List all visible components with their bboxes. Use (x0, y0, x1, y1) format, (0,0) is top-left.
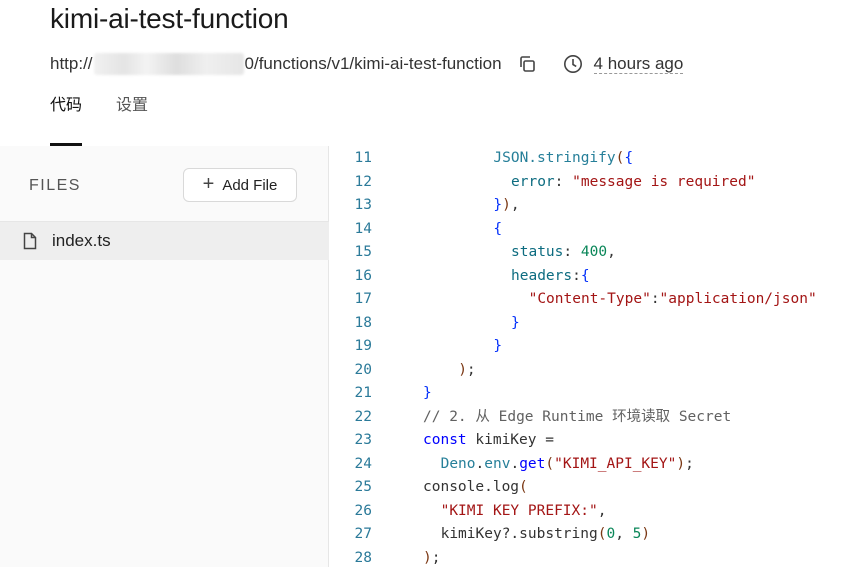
url-prefix: http:// (50, 54, 93, 73)
line-number: 14 (354, 220, 372, 237)
code-line: 17 "Content-Type":"application/json" (330, 288, 858, 311)
line-number: 11 (354, 150, 372, 166)
add-file-button[interactable]: + Add File (183, 168, 297, 202)
code-text: console.log( (423, 479, 528, 495)
file-name: index.ts (52, 231, 111, 250)
file-icon (22, 232, 38, 250)
code-text: }), (493, 197, 520, 213)
code-line: 28); (330, 547, 858, 567)
line-number: 18 (354, 314, 372, 331)
code-text: headers:{ (511, 267, 590, 284)
code-line: 27 kimiKey?.substring(0, 5) (330, 523, 858, 546)
tab-settings[interactable]: 设置 (116, 88, 148, 146)
code-line: 21} (330, 382, 858, 405)
function-url-row: http:// 0/functions/v1/kimi-ai-test-func… (50, 52, 684, 76)
code-line: 20); (330, 359, 858, 382)
code-line: 23 const kimiKey = (330, 429, 858, 452)
add-file-label: Add File (222, 176, 278, 194)
line-number: 13 (354, 197, 372, 213)
code-line: 22 // 2. 从 Edge Runtime 环境读取 Secret (330, 406, 858, 429)
line-number: 20 (354, 361, 372, 378)
code-text: kimiKey?.substring(0, 5) (440, 526, 651, 542)
code-line: 11 JSON.stringify({ (330, 147, 858, 170)
code-text: } (511, 314, 520, 331)
line-number: 15 (354, 244, 372, 260)
code-text: { (493, 220, 503, 237)
clock-icon (562, 53, 584, 75)
function-header: kimi-ai-test-function http:// 0/function… (0, 0, 858, 146)
tab-code[interactable]: 代码 (50, 88, 83, 146)
code-line: 24 Deno.env.get("KIMI_API_KEY"); (330, 453, 858, 476)
line-number: 26 (354, 502, 372, 519)
file-item-index-ts[interactable]: index.ts (0, 222, 329, 260)
code-text: ); (423, 549, 441, 566)
files-heading: FILES (29, 177, 81, 194)
function-tabs: 代码 设置 (50, 88, 148, 146)
code-line: 13}), (330, 194, 858, 217)
code-line: 15 status: 400, (330, 241, 858, 264)
code-text: JSON.stringify({ (493, 150, 634, 166)
code-text: // 2. 从 Edge Runtime 环境读取 Secret (423, 408, 732, 425)
code-text: "Content-Type":"application/json" (528, 291, 817, 307)
code-text: ); (458, 361, 476, 378)
code-line: 12 error: "message is required" (330, 171, 858, 194)
line-number: 17 (354, 291, 372, 307)
line-number: 28 (354, 549, 372, 566)
line-number: 25 (354, 479, 372, 495)
code-editor[interactable]: 11 JSON.stringify({ 12 error: "message is r… (330, 146, 858, 567)
file-sidebar: FILES + Add File index.ts (0, 146, 329, 567)
line-number: 23 (354, 432, 372, 448)
line-number: 19 (354, 338, 372, 354)
code-line: 14 { (330, 218, 858, 241)
line-number: 24 (354, 455, 372, 472)
url-suffix: 0/functions/v1/kimi-ai-test-function (244, 54, 502, 73)
code-line: 25 console.log( (330, 476, 858, 499)
code-text: } (423, 385, 432, 401)
last-updated-time[interactable]: 4 hours ago (593, 54, 684, 74)
code-text: Deno.env.get("KIMI_API_KEY"); (440, 455, 694, 472)
function-title: kimi-ai-test-function (50, 3, 289, 34)
code-text: status: 400, (511, 244, 616, 260)
code-text: } (493, 338, 503, 354)
code-line: 16 headers:{ (330, 265, 858, 288)
line-number: 22 (354, 408, 372, 425)
plus-icon: + (202, 173, 215, 195)
line-number: 21 (354, 385, 372, 401)
code-text: const kimiKey = (423, 432, 554, 448)
copy-icon[interactable] (516, 53, 538, 75)
code-text: "KIMI KEY PREFIX:", (440, 502, 607, 519)
redacted-url-segment (93, 53, 244, 75)
code-text: error: "message is required" (511, 173, 756, 190)
code-line: 26 "KIMI KEY PREFIX:", (330, 500, 858, 523)
line-number: 16 (354, 267, 372, 284)
line-number: 27 (354, 526, 372, 542)
line-number: 12 (354, 173, 372, 190)
code-line: 19} (330, 335, 858, 358)
code-line: 18} (330, 312, 858, 335)
